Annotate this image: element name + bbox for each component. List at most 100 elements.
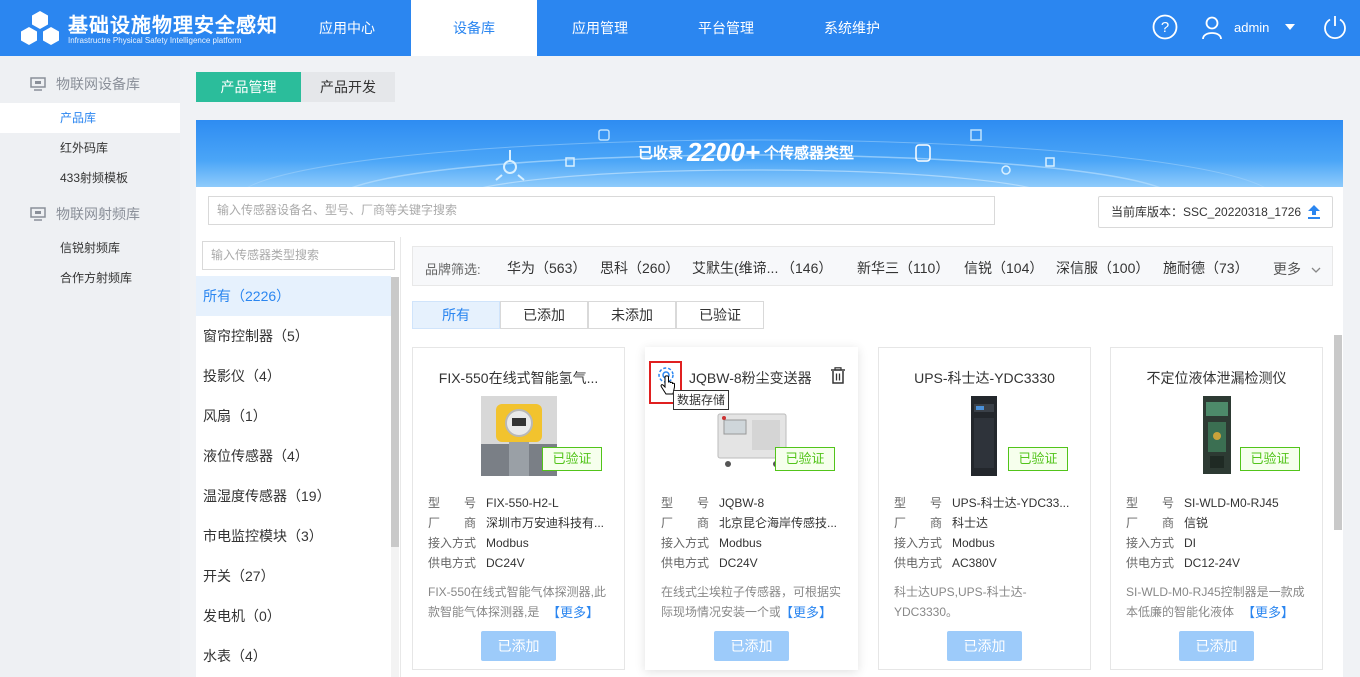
sidebar-item-partner-rf-library[interactable]: 合作方射频库 <box>0 263 180 293</box>
filter-tab-not-added[interactable]: 未添加 <box>588 301 676 329</box>
category-item[interactable]: 水表（4） <box>196 636 391 676</box>
card-title: 不定位液体泄漏检测仪 <box>1146 370 1287 386</box>
added-button[interactable]: 已添加 <box>947 631 1022 661</box>
field-value: UPS-科士达-YDC33... <box>952 496 1070 510</box>
monitor-icon <box>30 77 46 91</box>
verified-badge: 已验证 <box>775 447 835 471</box>
category-search-input[interactable]: 输入传感器类型搜索 <box>202 241 395 270</box>
content-scrollbar[interactable] <box>1334 335 1342 530</box>
app-title: 基础设施物理安全感知 <box>68 15 278 37</box>
category-item[interactable]: 温湿度传感器（19） <box>196 476 391 516</box>
brand-cisco[interactable]: 思科（260） <box>600 258 679 278</box>
filter-tab-verified[interactable]: 已验证 <box>676 301 764 329</box>
added-button[interactable]: 已添加 <box>481 631 556 661</box>
tab-product-development[interactable]: 产品开发 <box>301 72 395 102</box>
brand-h3c[interactable]: 新华三（110） <box>857 258 949 278</box>
product-card[interactable]: FIX-550在线式智能氢气... 已验证 型 号 FIX-550-H2-L 厂 … <box>412 347 625 670</box>
sidebar-item-433-rf-template[interactable]: 433射频模板 <box>0 163 180 193</box>
nav-device-library[interactable]: 设备库 <box>411 0 537 56</box>
field-power: 供电方式 DC24V <box>661 554 758 571</box>
card-more-link[interactable]: 【更多】 <box>547 602 600 621</box>
tab-product-management[interactable]: 产品管理 <box>196 72 301 102</box>
sidebar-item-sundray-rf-library[interactable]: 信锐射频库 <box>0 233 180 263</box>
username-label[interactable]: admin <box>1234 20 1269 35</box>
brand-huawei[interactable]: 华为（563） <box>507 258 586 278</box>
sidebar: 物联网设备库 产品库 红外码库 433射频模板 物联网射频库 信锐射频库 合作方… <box>0 56 180 677</box>
sensor-search-input[interactable]: 输入传感器设备名、型号、厂商等关键字搜索 <box>208 196 995 225</box>
field-label: 厂 商 <box>428 516 477 530</box>
field-value: DC24V <box>719 556 758 570</box>
brand-emerson[interactable]: 艾默生(维谛... <box>692 258 778 278</box>
banner-prefix: 已收录 <box>638 145 684 162</box>
category-item[interactable]: 发电机（0） <box>196 596 391 636</box>
filter-tab-added[interactable]: 已添加 <box>500 301 588 329</box>
chevron-down-icon[interactable] <box>1285 24 1295 31</box>
category-scrollbar[interactable] <box>391 277 399 677</box>
sidebar-group-iot-rf-library[interactable]: 物联网射频库 <box>0 199 180 229</box>
field-label: 接入方式 <box>1126 536 1175 550</box>
field-value: DC24V <box>486 556 525 570</box>
product-card[interactable]: 不定位液体泄漏检测仪 已验证 型 号 SI-WLD-M0-RJ45 厂 商信锐 接… <box>1110 347 1323 670</box>
verified-badge: 已验证 <box>1240 447 1300 471</box>
field-vendor: 厂 商北京昆仑海岸传感技... <box>661 514 837 531</box>
hexagon-logo-icon <box>21 11 59 45</box>
app-subtitle: Infrastructre Physical Safety Intelligen… <box>68 36 242 45</box>
added-button[interactable]: 已添加 <box>714 631 789 661</box>
trash-icon[interactable] <box>830 367 846 384</box>
sidebar-group-label: 物联网射频库 <box>56 206 140 222</box>
power-icon[interactable] <box>1322 14 1348 40</box>
banner-number: 2200+ <box>687 137 761 167</box>
category-item[interactable]: 风扇（1） <box>196 396 391 436</box>
field-label: 供电方式 <box>1126 556 1175 570</box>
field-value: DC12-24V <box>1184 556 1241 570</box>
nav-system-maintenance[interactable]: 系统维护 <box>789 0 915 56</box>
sidebar-item-product-library[interactable]: 产品库 <box>0 103 180 133</box>
product-card[interactable]: UPS-科士达-YDC3330 已验证 型 号 UPS-科士达-YDC33... … <box>878 347 1091 670</box>
card-more-link[interactable]: 【更多】 <box>1242 602 1295 621</box>
card-title: FIX-550在线式智能氢气... <box>438 370 599 386</box>
field-vendor: 厂 商科士达 <box>894 514 988 531</box>
nav-app-management[interactable]: 应用管理 <box>537 0 663 56</box>
sidebar-item-ir-code-library[interactable]: 红外码库 <box>0 133 180 163</box>
user-icon[interactable] <box>1201 16 1223 40</box>
field-model: 型 号 FIX-550-H2-L <box>428 494 559 511</box>
category-item-all[interactable]: 所有（2226） <box>196 276 391 316</box>
brand-emerson-count[interactable]: （146） <box>781 258 832 278</box>
brand-more-button[interactable]: 更多 <box>1273 259 1321 279</box>
card-description: 科士达UPS,UPS-科士达-YDC3330。 <box>894 585 1027 619</box>
help-icon[interactable]: ? <box>1152 14 1178 40</box>
added-button[interactable]: 已添加 <box>1179 631 1254 661</box>
field-model: 型 号 JQBW-8 <box>661 494 764 511</box>
field-value: 深圳市万安迪科技有... <box>486 516 605 530</box>
banner-headline: 已收录 2200+ 个传感器类型 <box>638 137 854 168</box>
monitor-icon <box>30 207 46 221</box>
field-model: 型 号 UPS-科士达-YDC33... <box>894 494 1069 511</box>
brand-sangfor[interactable]: 深信服（100） <box>1056 258 1149 278</box>
field-value: Modbus <box>719 536 762 550</box>
top-header: 基础设施物理安全感知 Infrastructre Physical Safety… <box>0 0 1360 56</box>
card-more-link[interactable]: 【更多】 <box>780 602 833 621</box>
field-value: 科士达 <box>952 516 989 530</box>
field-label: 厂 商 <box>661 516 710 530</box>
category-item[interactable]: 市电监控模块（3） <box>196 516 391 556</box>
product-card[interactable]: 数据存储 JQBW-8粉尘变送器 已验证 型 号 JQBW-8 厂 商北京昆仑海岸… <box>645 347 858 670</box>
field-label: 型 号 <box>661 496 710 510</box>
banner: 已收录 2200+ 个传感器类型 <box>196 120 1343 187</box>
field-access: 接入方式 Modbus <box>894 534 995 551</box>
brand-filter-label: 品牌筛选: <box>425 262 481 277</box>
verified-badge: 已验证 <box>542 447 602 471</box>
upload-icon[interactable] <box>1308 205 1320 219</box>
nav-app-center[interactable]: 应用中心 <box>284 0 410 56</box>
sidebar-group-iot-device-library[interactable]: 物联网设备库 <box>0 69 180 99</box>
category-item[interactable]: 液位传感器（4） <box>196 436 391 476</box>
field-access: 接入方式 DI <box>1126 534 1196 551</box>
brand-sundray[interactable]: 信锐（104） <box>964 258 1043 278</box>
brand-schneider[interactable]: 施耐德（73） <box>1163 258 1249 278</box>
field-vendor: 厂 商信锐 <box>1126 514 1208 531</box>
category-item[interactable]: 窗帘控制器（5） <box>196 316 391 356</box>
category-item[interactable]: 投影仪（4） <box>196 356 391 396</box>
field-label: 接入方式 <box>894 536 943 550</box>
nav-platform-management[interactable]: 平台管理 <box>663 0 789 56</box>
category-item[interactable]: 开关（27） <box>196 556 391 596</box>
filter-tab-all[interactable]: 所有 <box>412 301 500 329</box>
